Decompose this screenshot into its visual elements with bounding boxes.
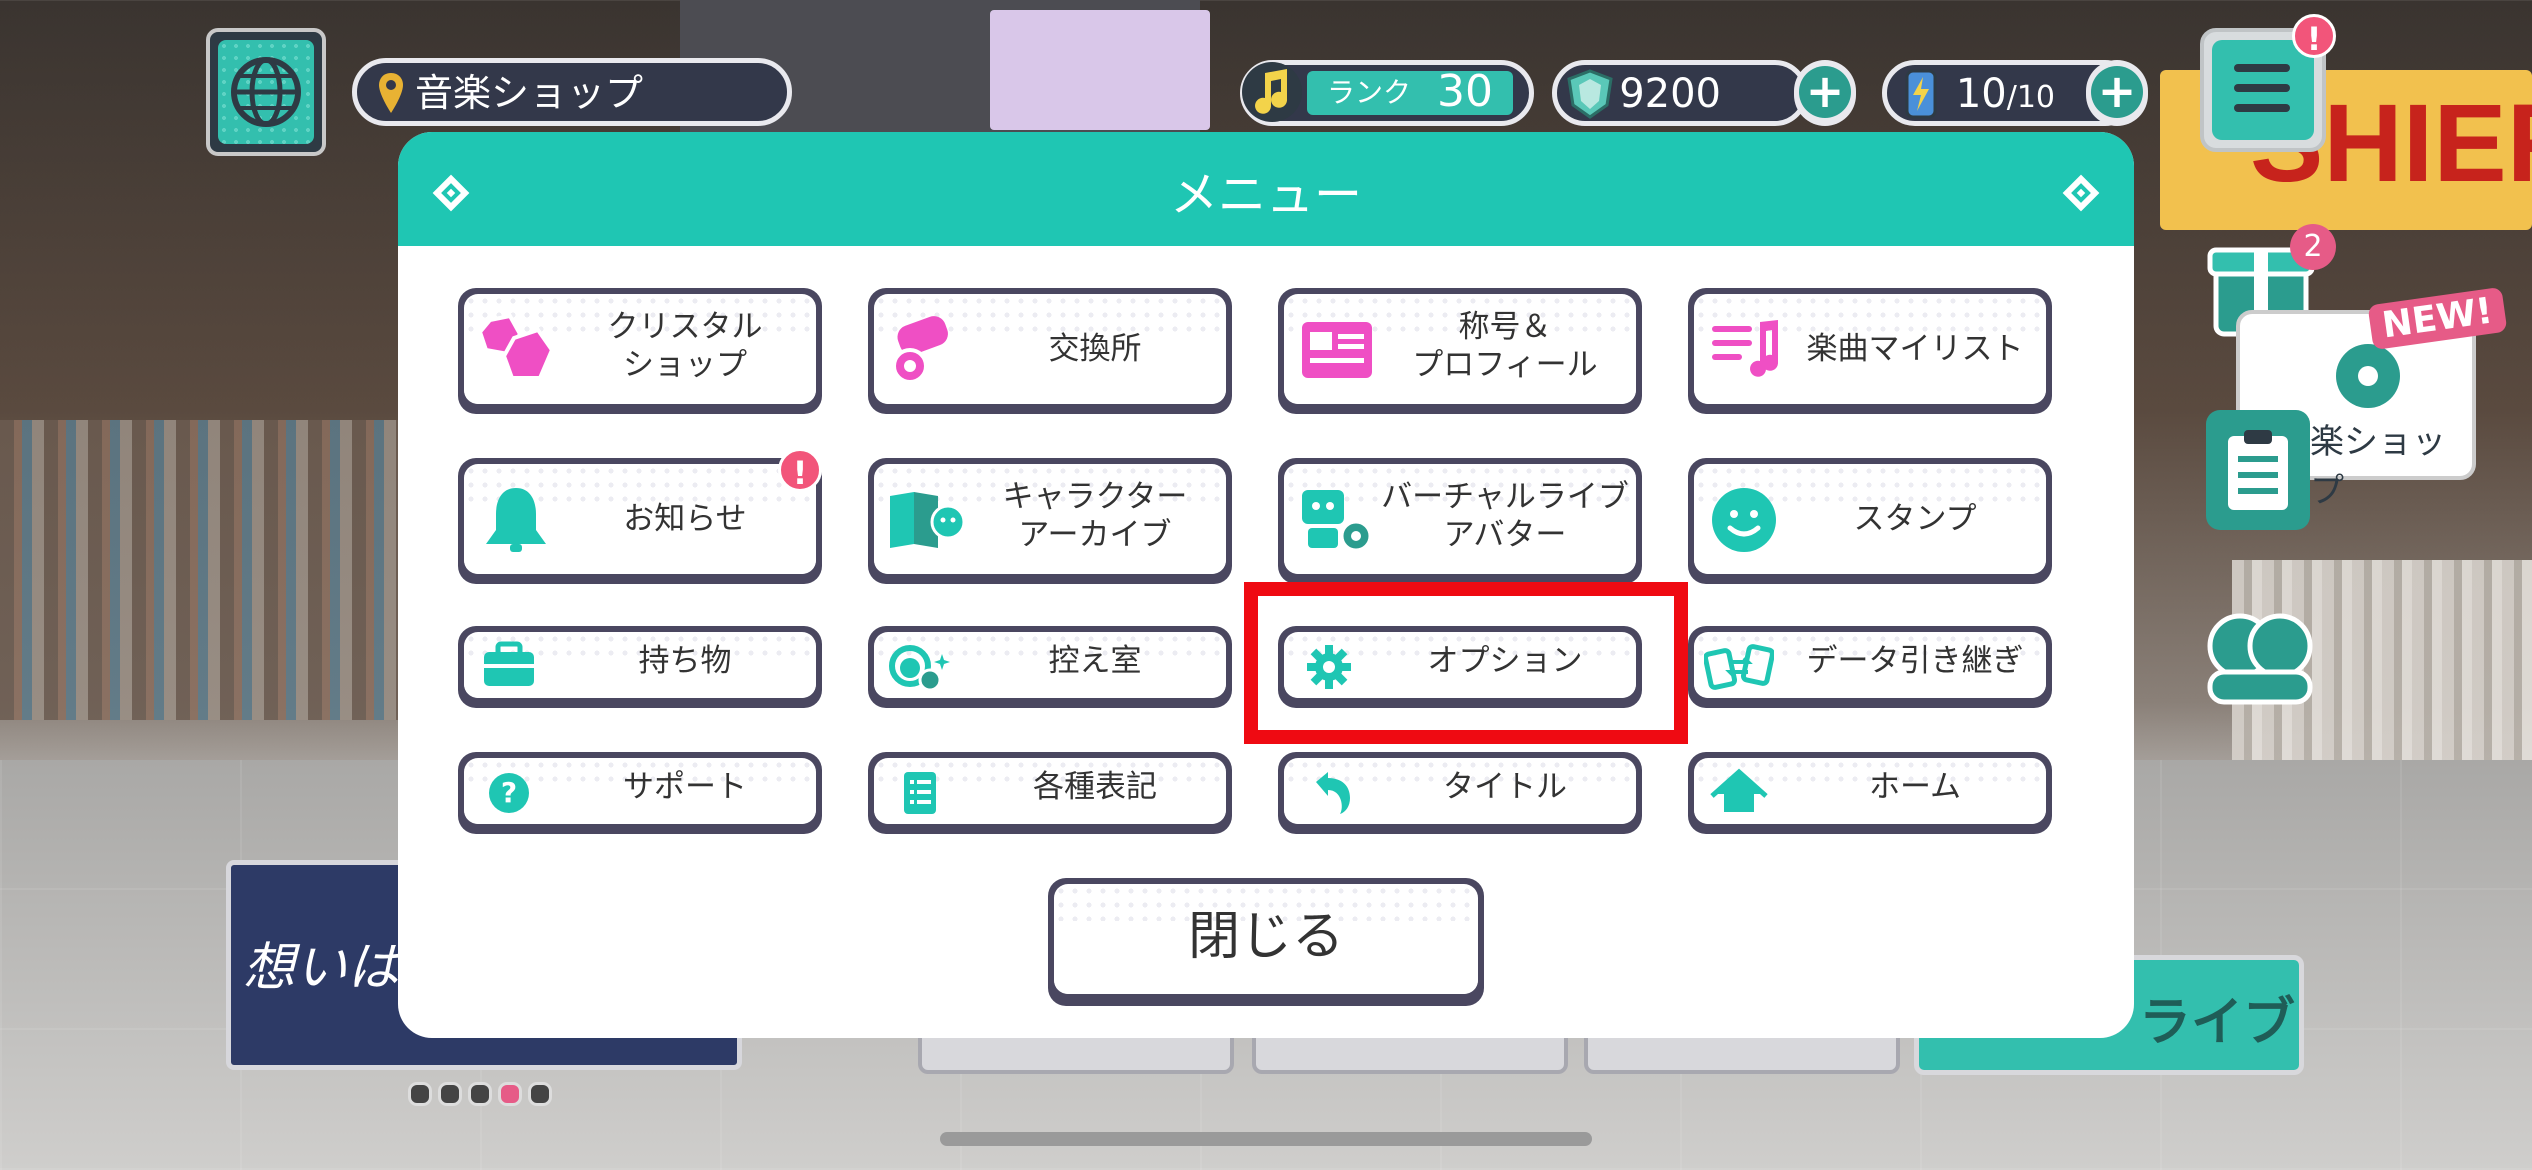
home-icon [1710, 768, 1768, 812]
bell-icon [486, 488, 546, 552]
title-profile-button[interactable]: 称号＆ プロフィール [1278, 288, 1642, 414]
clipboard-icon [2228, 430, 2288, 510]
world-map-button[interactable] [206, 28, 326, 156]
button-label: キャラクター アーカイブ [1002, 479, 1188, 553]
map-pin-icon [379, 73, 403, 113]
energy-drink-icon [1905, 69, 1937, 119]
exchange-button[interactable]: 交換所 [868, 288, 1232, 414]
new-badge: NEW! [2367, 286, 2508, 351]
button-label: データ引き継ぎ [1806, 643, 2024, 679]
profile-card-icon [1302, 322, 1372, 378]
location-name: 音楽ショップ [415, 71, 644, 115]
energy-max: /10 [2006, 80, 2055, 115]
home-button[interactable]: ホーム [1688, 752, 2052, 834]
return-arrow-icon [1316, 772, 1350, 814]
banner-pagination [408, 1082, 558, 1110]
button-label: 各種表記 [1033, 769, 1157, 805]
bg-shelf-left [0, 420, 420, 720]
button-label: 楽曲マイリスト [1806, 331, 2024, 367]
button-label: バーチャルライブ アバター [1381, 479, 1629, 553]
button-label: クリスタル ショップ [607, 309, 763, 383]
close-button-label: 閉じる [1187, 907, 1344, 967]
waiting-room-icon [889, 645, 950, 692]
legal-notices-button[interactable]: 各種表記 [868, 752, 1232, 834]
button-label: サポート [623, 769, 747, 805]
rank-label: ランク [1327, 76, 1412, 109]
document-list-icon [904, 772, 936, 814]
music-mylist-button[interactable]: 楽曲マイリスト [1688, 288, 2052, 414]
button-label: お知らせ [623, 501, 747, 537]
home-indicator[interactable] [940, 1132, 1592, 1146]
gift-count-badge: 2 [2290, 224, 2336, 270]
title-screen-button[interactable]: タイトル [1278, 752, 1642, 834]
button-label: 控え室 [1048, 643, 1142, 679]
character-archive-button[interactable]: キャラクター アーカイブ [868, 458, 1232, 584]
data-transfer-icon [1704, 644, 1774, 690]
button-label: 称号＆ プロフィール [1412, 309, 1598, 383]
music-list-icon [1712, 320, 1779, 377]
button-label: オプション [1427, 643, 1583, 679]
bg-poster [990, 10, 1210, 130]
crystal-shop-button[interactable]: クリスタル ショップ [458, 288, 822, 414]
hamburger-icon [2212, 40, 2314, 140]
rank-display: ランク 30 [1240, 60, 1534, 126]
support-button[interactable]: ? サポート [458, 752, 822, 834]
button-label: 交換所 [1048, 331, 1142, 367]
briefcase-icon [484, 641, 534, 686]
character-archive-icon [890, 492, 966, 548]
live-button-label: ライブ [2139, 993, 2296, 1053]
cd-icon [2336, 344, 2400, 408]
close-button[interactable]: 閉じる [1048, 878, 1484, 1006]
modal-title: メニュー [1169, 167, 1362, 223]
music-note-icon [1242, 62, 1302, 122]
energy-current: 10 [1955, 71, 2007, 117]
crystal-count: 9200 [1619, 71, 1721, 117]
data-transfer-button[interactable]: データ引き継ぎ [1688, 626, 2052, 708]
crystal-shield-icon [1567, 69, 1613, 119]
crystal-display: 9200 [1552, 60, 1808, 126]
add-energy-button[interactable]: + [2086, 60, 2148, 126]
exchange-icon [892, 316, 948, 384]
menu-alert-badge: ! [2292, 14, 2336, 58]
button-label: ホーム [1868, 769, 1962, 805]
question-icon: ? [489, 773, 529, 813]
friends-icon [2207, 613, 2313, 705]
avatar-gear-icon [1302, 490, 1372, 552]
notification-alert-badge: ! [778, 448, 822, 492]
svg-text:?: ? [501, 776, 517, 809]
plus-icon: + [1799, 66, 1851, 118]
friends-button[interactable] [2200, 600, 2320, 710]
button-label: 持ち物 [638, 643, 732, 679]
location-display: 音楽ショップ [352, 58, 792, 126]
inventory-button[interactable]: 持ち物 [458, 626, 822, 708]
stamp-button[interactable]: スタンプ [1688, 458, 2052, 584]
button-label: タイトル [1443, 769, 1567, 805]
waiting-room-button[interactable]: 控え室 [868, 626, 1232, 708]
virtual-live-avatar-button[interactable]: バーチャルライブ アバター [1278, 458, 1642, 584]
crystal-icon [477, 313, 555, 380]
gear-icon [1307, 645, 1351, 689]
mission-clipboard-button[interactable] [2206, 410, 2310, 530]
music-shop-label: 楽ショップ [2310, 422, 2446, 511]
rank-value: 30 [1437, 66, 1493, 117]
notifications-button[interactable]: お知らせ [458, 458, 822, 584]
smile-icon [1712, 488, 1776, 552]
plus-icon: + [2091, 66, 2143, 118]
button-label: スタンプ [1853, 501, 1977, 537]
add-crystal-button[interactable]: + [1794, 60, 1856, 126]
globe-icon [231, 57, 301, 127]
modal-header: メニュー [398, 132, 2134, 246]
